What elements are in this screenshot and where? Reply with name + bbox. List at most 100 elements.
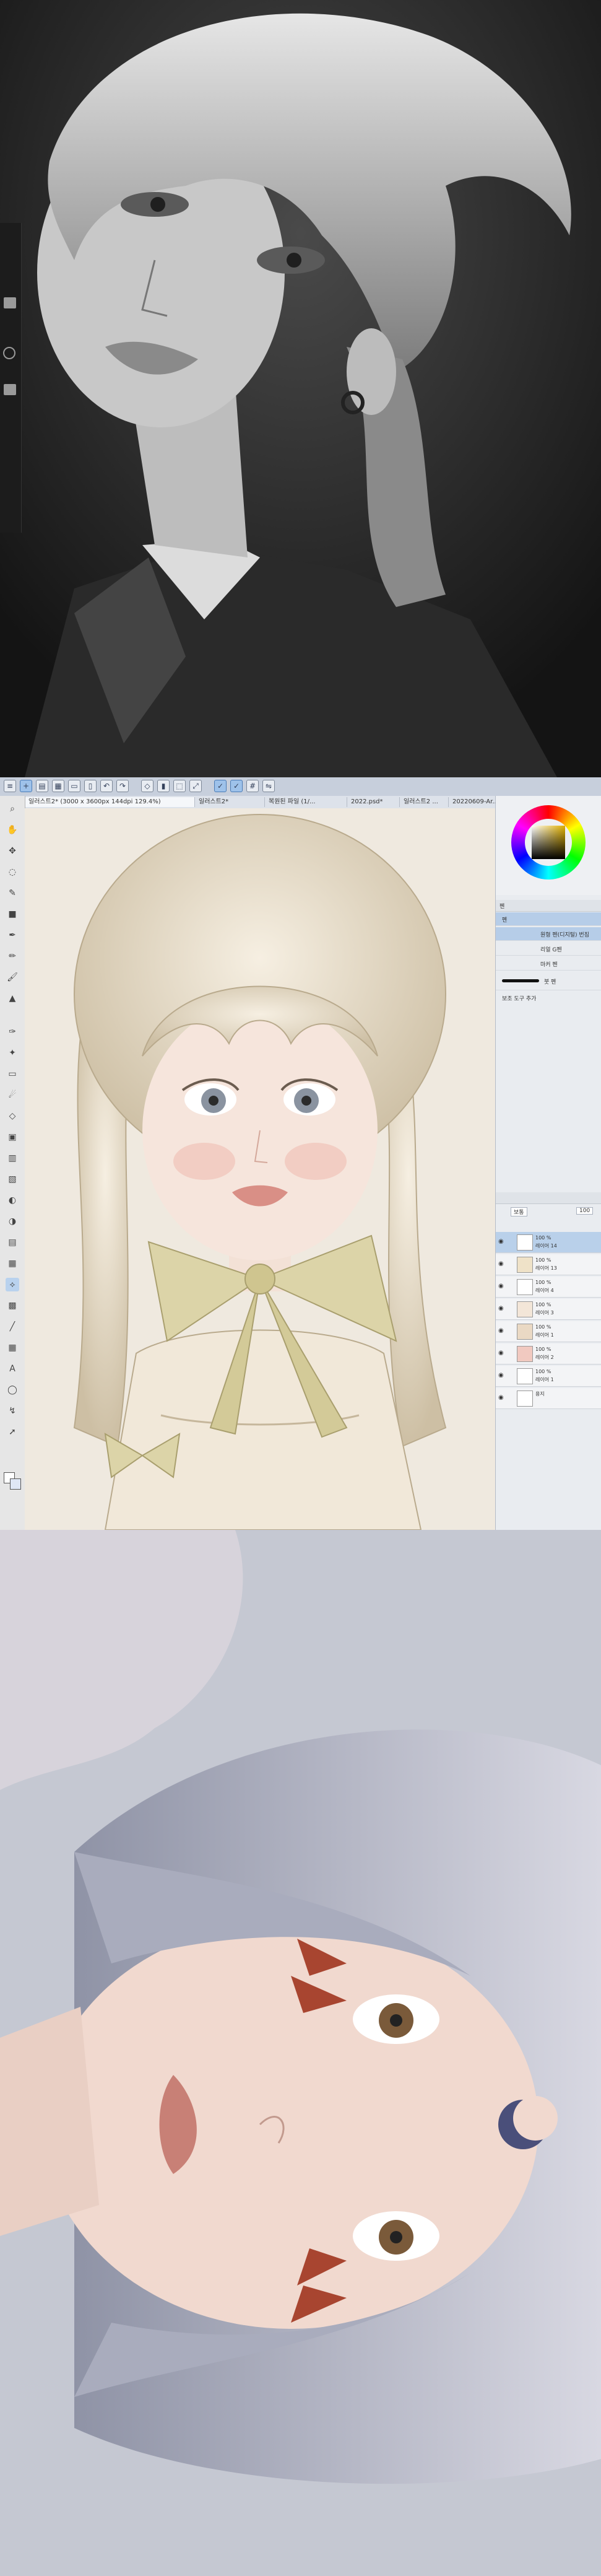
tool-palette: ⌕ ✋ ✥ ◌ ✎ ■ ✒ ✏ 🖌 ▲ ✑ ✦ ▭ ☄ ◇ ▣ ▥ ▧ ◐ ◑ … [0, 796, 25, 1530]
eye-icon[interactable]: ◉ [498, 1372, 506, 1379]
correction-icon[interactable]: ↯ [6, 1404, 19, 1418]
pencil-icon[interactable]: ✏ [6, 950, 19, 963]
move-icon[interactable]: ✥ [6, 844, 19, 858]
tab-document[interactable]: 일러스트2 ... [400, 797, 449, 807]
balloon-icon[interactable]: ◯ [6, 1383, 19, 1397]
tablet-button[interactable] [4, 384, 16, 395]
layer-thumbnail [517, 1301, 533, 1317]
blur-icon[interactable]: ◐ [6, 1194, 19, 1207]
gradient-tool-icon[interactable]: ▩ [6, 1299, 19, 1312]
menu-icon[interactable]: ≡ [4, 780, 16, 792]
add-subtool-button[interactable]: 보조 도구 추가 [502, 994, 536, 1002]
opacity-field[interactable]: 100 [576, 1207, 594, 1215]
tablet-button[interactable] [4, 297, 16, 308]
line-icon[interactable]: ╱ [6, 1320, 19, 1334]
ruler-tool-icon[interactable]: ▥ [6, 1151, 19, 1165]
subtool-item[interactable]: 리얼 G펜 [496, 942, 601, 956]
eyedropper-icon[interactable]: ✎ [6, 886, 19, 900]
saturation-square[interactable] [532, 826, 565, 859]
artwork-lavender-panel [0, 1530, 601, 2576]
layer-row[interactable]: ◉ 100 % 레이어 1 [496, 1366, 601, 1387]
cream-portrait-artwork [25, 808, 495, 1530]
figure-icon[interactable]: ◇ [6, 1109, 19, 1123]
pen-icon[interactable]: ✒ [6, 928, 19, 942]
text-icon[interactable]: A [6, 1362, 19, 1376]
tab-document[interactable]: 20220609-Ar... [449, 797, 501, 807]
layer-row[interactable]: ◉ 100 % 레이어 13 [496, 1254, 601, 1275]
subtool-item[interactable]: 펜 [496, 912, 601, 926]
subtool-header: 펜 [496, 900, 601, 912]
lasso-icon[interactable]: ◌ [6, 865, 19, 879]
tab-document[interactable]: 일러스트2* (3000 x 3600px 144dpi 129.4%) [25, 797, 195, 807]
undo-icon[interactable]: ↶ [100, 780, 113, 792]
square-icon[interactable]: ■ [6, 907, 19, 921]
redo-icon[interactable]: ↷ [116, 780, 129, 792]
tablet-circle-button[interactable] [3, 347, 15, 359]
clip-studio-window: ≡ + ▤ ▦ ▭ ▯ ↶ ↷ ◇ ▮ ⬚ ⤢ ✓ ✓ # ⇋ 일러스트2* (… [0, 777, 601, 1530]
subtool-item[interactable]: 원형 펜(디지털) 번짐 [496, 927, 601, 941]
sub-color-swatch[interactable] [10, 1478, 21, 1490]
layer-thumbnail [517, 1391, 533, 1407]
export-icon[interactable]: ▯ [84, 780, 97, 792]
ruler-icon[interactable]: ✓ [230, 780, 243, 792]
right-panel: 펜 펜 원형 펜(디지털) 번짐 리얼 G펜 마커 펜 붓 펜 보조 도구 추가… [495, 796, 601, 1530]
fill-bucket-icon[interactable]: ▲ [6, 992, 19, 1005]
command-bar: ≡ + ▤ ▦ ▭ ▯ ↶ ↷ ◇ ▮ ⬚ ⤢ ✓ ✓ # ⇋ [0, 777, 601, 797]
eye-icon[interactable]: ◉ [498, 1305, 506, 1312]
artwork-grayscale-panel [0, 0, 601, 777]
smudge-icon[interactable]: ◑ [6, 1215, 19, 1228]
layer-row[interactable]: ◉ 100 % 레이어 2 [496, 1343, 601, 1364]
grayscale-portrait-artwork [0, 0, 601, 777]
hand-icon[interactable]: ✋ [6, 823, 19, 837]
lavender-portrait-artwork [0, 1530, 601, 2576]
subtool-item[interactable]: 마커 펜 [496, 957, 601, 971]
select-icon[interactable]: ⬚ [173, 780, 186, 792]
eye-icon[interactable]: ◉ [498, 1394, 506, 1402]
layer-thumbnail [517, 1346, 533, 1362]
grid-icon[interactable]: # [246, 780, 259, 792]
layer-row[interactable]: ◉ 100 % 레이어 14 [496, 1232, 601, 1253]
decoration-icon[interactable]: ✦ [6, 1046, 19, 1060]
layer-row[interactable]: ◉ 용지 [496, 1388, 601, 1409]
tab-document[interactable]: 2022.psd* [347, 797, 400, 807]
blend-icon[interactable]: ☄ [6, 1088, 19, 1102]
tab-document[interactable]: 일러스트2* [195, 797, 265, 807]
tab-document[interactable]: 복원된 파일 (1/... [265, 797, 347, 807]
canvas-area[interactable] [25, 808, 495, 1530]
document-tabs: 일러스트2* (3000 x 3600px 144dpi 129.4%) 일러스… [25, 796, 501, 809]
save-icon[interactable]: ▦ [52, 780, 64, 792]
zoom-icon[interactable]: ⌕ [6, 802, 19, 816]
eye-icon[interactable]: ◉ [498, 1350, 506, 1357]
eye-icon[interactable]: ◉ [498, 1283, 506, 1290]
brush-selected-icon[interactable]: ⟡ [6, 1278, 19, 1291]
operation-icon[interactable]: ➚ [6, 1425, 19, 1439]
open-icon[interactable]: ▤ [36, 780, 48, 792]
layer-thumbnail [517, 1279, 533, 1295]
snap-icon[interactable]: ✓ [214, 780, 227, 792]
subtool-item[interactable]: 붓 펜 [496, 972, 601, 990]
new-icon[interactable]: + [20, 780, 32, 792]
layer-thumbnail [517, 1324, 533, 1340]
blend-mode-select[interactable]: 보통 [511, 1207, 527, 1216]
shape-icon[interactable]: ▦ [6, 1257, 19, 1270]
eraser-icon[interactable]: ▭ [6, 1067, 19, 1081]
flip-icon[interactable]: ⇋ [262, 780, 275, 792]
layer-row[interactable]: ◉ 100 % 레이어 3 [496, 1299, 601, 1320]
eye-icon[interactable]: ◉ [498, 1327, 506, 1335]
layer-panel-header [496, 1192, 601, 1204]
airbrush-icon[interactable]: ✑ [6, 1025, 19, 1039]
transform-icon[interactable]: ⤢ [189, 780, 202, 792]
frame-icon[interactable]: ▣ [6, 1130, 19, 1144]
eye-icon[interactable]: ◉ [498, 1238, 506, 1246]
pattern-icon[interactable]: ▦ [6, 1341, 19, 1355]
layer-row[interactable]: ◉ 100 % 레이어 4 [496, 1277, 601, 1298]
fill-icon[interactable]: ▮ [157, 780, 170, 792]
eye-icon[interactable]: ◉ [498, 1260, 506, 1268]
layer-mode-row: 보통 100 [496, 1205, 601, 1217]
fill-tool-icon[interactable]: ▤ [6, 1236, 19, 1249]
clear-icon[interactable]: ◇ [141, 780, 153, 792]
gradient-icon[interactable]: ▧ [6, 1172, 19, 1186]
layer-row[interactable]: ◉ 100 % 레이어 1 [496, 1321, 601, 1342]
folder-icon[interactable]: ▭ [68, 780, 80, 792]
brush-icon[interactable]: 🖌 [6, 971, 19, 984]
